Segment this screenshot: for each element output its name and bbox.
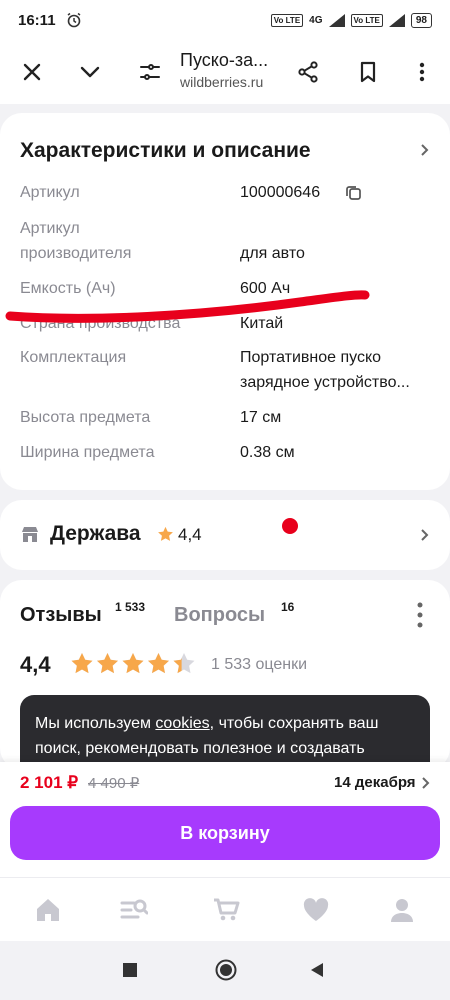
status-icons: Vo LTE 4G Vo LTE 98 xyxy=(270,12,432,28)
char-label-article: Артикул xyxy=(20,184,80,201)
add-to-cart-button[interactable]: В корзину xyxy=(10,806,440,860)
share-icon[interactable] xyxy=(296,60,320,84)
chevron-right-icon[interactable] xyxy=(419,144,431,156)
volte-badge-2: Vo LTE xyxy=(350,13,383,27)
filter-icon[interactable] xyxy=(138,60,162,84)
cart-icon[interactable] xyxy=(212,896,240,924)
page-title-block: Пуско-за... wildberries.ru xyxy=(180,50,268,90)
star-icon xyxy=(158,526,173,541)
volte-badge: Vo LTE xyxy=(270,13,304,27)
network-type: 4G xyxy=(309,14,323,26)
tab-questions[interactable]: Вопросы xyxy=(174,604,265,627)
char-value-country: Китай xyxy=(240,315,284,332)
copy-icon[interactable] xyxy=(345,184,362,201)
shop-name[interactable]: Держава xyxy=(50,522,141,546)
favorites-icon[interactable] xyxy=(302,896,330,924)
cookie-banner: Мы используем cookies, чтобы сохранять в… xyxy=(20,695,430,770)
old-price: 4 490 ₽ xyxy=(88,775,140,792)
star-icon xyxy=(71,653,93,674)
more-vert-icon[interactable] xyxy=(410,60,434,84)
star-icon xyxy=(122,653,144,674)
rating-count: 1 533 оценки xyxy=(211,656,308,673)
chevron-right-icon[interactable] xyxy=(419,529,431,541)
battery-indicator: 98 xyxy=(410,12,432,28)
alarm-icon xyxy=(67,12,80,28)
signal-icon-2 xyxy=(388,13,405,27)
char-label-height: Высота предмета xyxy=(20,409,151,426)
questions-count: 16 xyxy=(281,600,295,614)
purchase-bar: 2 101 ₽ 4 490 ₽ 14 декабря В корзину xyxy=(0,762,450,877)
reviews-count: 1 533 xyxy=(115,600,146,614)
profile-icon[interactable] xyxy=(388,896,416,924)
status-bar: 16:11 Vo LTE 4G Vo LTE 98 xyxy=(0,0,450,40)
home-system-icon[interactable] xyxy=(215,959,237,981)
char-value-package: Портативное пуско зарядное устройство... xyxy=(240,349,410,391)
char-label-width: Ширина предмета xyxy=(20,444,155,461)
close-icon[interactable] xyxy=(20,60,44,84)
system-navigation xyxy=(0,941,450,1000)
chevron-down-icon[interactable] xyxy=(78,60,102,84)
rating-stars xyxy=(71,653,195,674)
char-label-manufacturer-article: Артикул производителя xyxy=(20,220,132,262)
star-icon xyxy=(148,653,169,674)
cookies-link[interactable]: cookies xyxy=(155,715,209,732)
char-label-country: Страна производства xyxy=(20,315,181,332)
status-time: 16:11 xyxy=(18,11,56,29)
shop-card[interactable]: Держава 4,4 xyxy=(0,500,450,570)
char-value-width: 0.38 см xyxy=(240,444,295,461)
char-value-article: 100000646 xyxy=(240,184,321,201)
bottom-navigation xyxy=(0,877,450,941)
shop-rating: 4,4 xyxy=(178,525,202,544)
top-app-bar: Пуско-за... wildberries.ru xyxy=(0,40,450,104)
home-icon[interactable] xyxy=(34,896,62,924)
more-vert-icon[interactable] xyxy=(412,600,428,630)
delivery-date[interactable]: 14 декабря xyxy=(334,774,416,791)
recents-icon[interactable] xyxy=(123,963,137,977)
bookmark-icon[interactable] xyxy=(356,60,380,84)
rating-value: 4,4 xyxy=(20,652,51,677)
signal-icon xyxy=(328,13,345,27)
tab-reviews[interactable]: Отзывы xyxy=(20,604,102,627)
catalog-search-icon[interactable] xyxy=(120,896,148,924)
page-domain: wildberries.ru xyxy=(180,74,264,90)
current-price: 2 101 ₽ xyxy=(20,773,79,792)
char-label-capacity: Емкость (Ач) xyxy=(20,280,116,297)
shop-icon xyxy=(22,527,38,542)
characteristics-title: Характеристики и описание xyxy=(20,139,311,162)
star-icon xyxy=(173,653,195,674)
annotation-dot xyxy=(282,518,298,534)
char-value-capacity: 600 Ач xyxy=(240,280,291,297)
char-value-height: 17 см xyxy=(240,409,282,426)
back-icon[interactable] xyxy=(309,962,325,978)
cookie-text-start: Мы используем xyxy=(35,715,156,732)
char-label-package: Комплектация xyxy=(20,349,127,366)
chevron-right-icon[interactable] xyxy=(420,777,432,789)
page-title: Пуско-за... xyxy=(180,50,269,70)
characteristics-card[interactable]: Характеристики и описание xyxy=(0,113,450,490)
star-icon xyxy=(97,653,118,674)
char-value-manufacturer-article: для авто xyxy=(240,245,305,262)
